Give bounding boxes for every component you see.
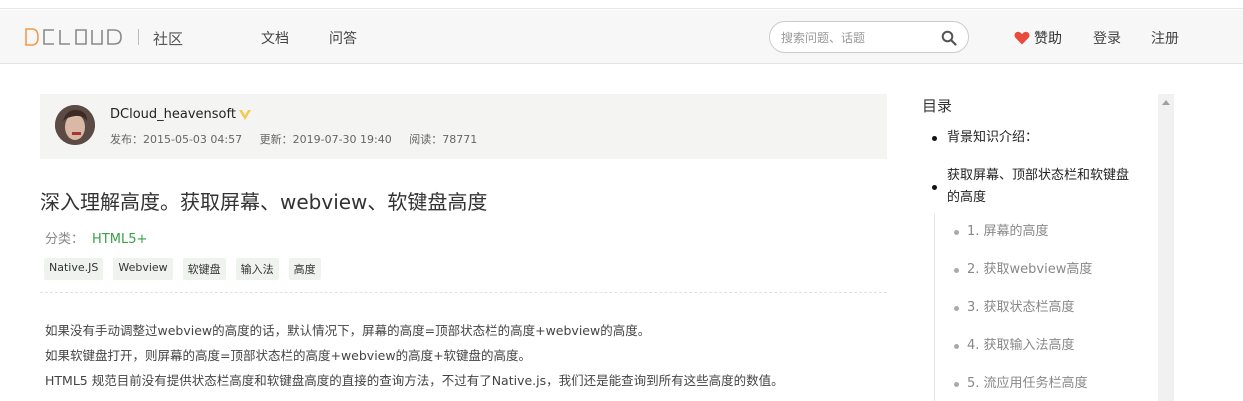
category-label: 分类：: [45, 232, 85, 247]
author-name-text: DCloud_heavensoft: [110, 107, 236, 122]
sponsor-button[interactable]: 赞助: [1014, 28, 1062, 48]
read-count: 阅读：78771: [409, 133, 478, 146]
nav-docs[interactable]: 文档: [261, 28, 289, 48]
toc-subitem-webview-height[interactable]: 2. 获取webview高度: [922, 259, 1162, 281]
toc-subitem-ime-height[interactable]: 4. 获取输入法高度: [922, 335, 1162, 357]
search-input[interactable]: [781, 28, 941, 48]
dcloud-logo-mark: [25, 28, 122, 46]
login-link[interactable]: 登录: [1093, 28, 1121, 48]
toc-item-label: 背景知识介绍：: [947, 130, 1039, 145]
paragraph: 如果没有手动调整过webview的高度的话，默认情况下，屏幕的高度=顶部状态栏的…: [45, 323, 651, 338]
article-category: 分类： HTML5+: [45, 228, 147, 247]
author-name[interactable]: DCloud_heavensoft: [110, 107, 252, 122]
search-box: [769, 21, 969, 53]
logo-divider: [138, 29, 139, 45]
toc-scrollbar[interactable]: [1158, 94, 1174, 401]
verified-v-icon: [238, 109, 251, 120]
author-info-box: DCloud_heavensoft 发布：2015-05-03 04:57 更新…: [40, 94, 887, 159]
community-link[interactable]: 社区: [153, 28, 183, 49]
nav-qa[interactable]: 问答: [329, 28, 357, 48]
dcloud-logo[interactable]: [24, 27, 126, 47]
tag-nativejs[interactable]: Native.JS: [44, 258, 104, 280]
toc-item-get-heights[interactable]: 获取屏幕、顶部状态栏和软键盘 的高度: [922, 165, 1162, 209]
post-meta: 发布：2015-05-03 04:57 更新：2019-07-30 19:40 …: [110, 131, 491, 147]
article-body: 如果没有手动调整过webview的高度的话，默认情况下，屏幕的高度=顶部状态栏的…: [45, 318, 784, 393]
sponsor-label: 赞助: [1034, 31, 1062, 47]
toc-subitem-statusbar-height[interactable]: 3. 获取状态栏高度: [922, 297, 1162, 319]
tag-height[interactable]: 高度: [288, 258, 321, 280]
update-date: 更新：2019-07-30 19:40: [259, 133, 392, 146]
heart-icon: [1014, 31, 1030, 45]
avatar[interactable]: [55, 105, 95, 145]
paragraph: HTML5 规范目前没有提供状态栏高度和软键盘高度的直接的查询方法，不过有了Na…: [45, 373, 784, 388]
register-link[interactable]: 注册: [1151, 28, 1179, 48]
toc-item-label: 的高度: [947, 190, 987, 205]
tag-list: Native.JS Webview 软键盘 输入法 高度: [44, 258, 321, 280]
toc-subitem-taskbar-height[interactable]: 5. 流应用任务栏高度: [922, 373, 1162, 395]
toc-item-background[interactable]: 背景知识介绍：: [922, 127, 1162, 149]
toc-subitem-screen-height[interactable]: 1. 屏幕的高度: [922, 221, 1162, 243]
toc-title: 目录: [922, 97, 953, 115]
table-of-contents: 背景知识介绍： 获取屏幕、顶部状态栏和软键盘 的高度 1. 屏幕的高度 2. 获…: [922, 127, 1162, 395]
tag-webview[interactable]: Webview: [113, 258, 173, 280]
search-icon[interactable]: [941, 30, 957, 46]
avatar-image: [55, 105, 95, 145]
toc-item-label: 获取屏幕、顶部状态栏和软键盘: [947, 168, 1130, 183]
top-border: [0, 0, 1243, 9]
article-title: 深入理解高度。获取屏幕、webview、软键盘高度: [40, 190, 488, 214]
content-divider: [40, 292, 887, 293]
category-link[interactable]: HTML5+: [92, 232, 147, 247]
publish-date: 发布：2015-05-03 04:57: [110, 133, 243, 146]
paragraph: 如果软键盘打开，则屏幕的高度=顶部状态栏的高度+webview的高度+软键盘的高…: [45, 348, 532, 363]
tag-input-method[interactable]: 输入法: [235, 258, 279, 280]
scroll-up-arrow-icon[interactable]: [1162, 100, 1170, 105]
tag-soft-keyboard[interactable]: 软键盘: [182, 258, 226, 280]
site-header: 社区 文档 问答 赞助 登录 注册: [0, 10, 1243, 64]
